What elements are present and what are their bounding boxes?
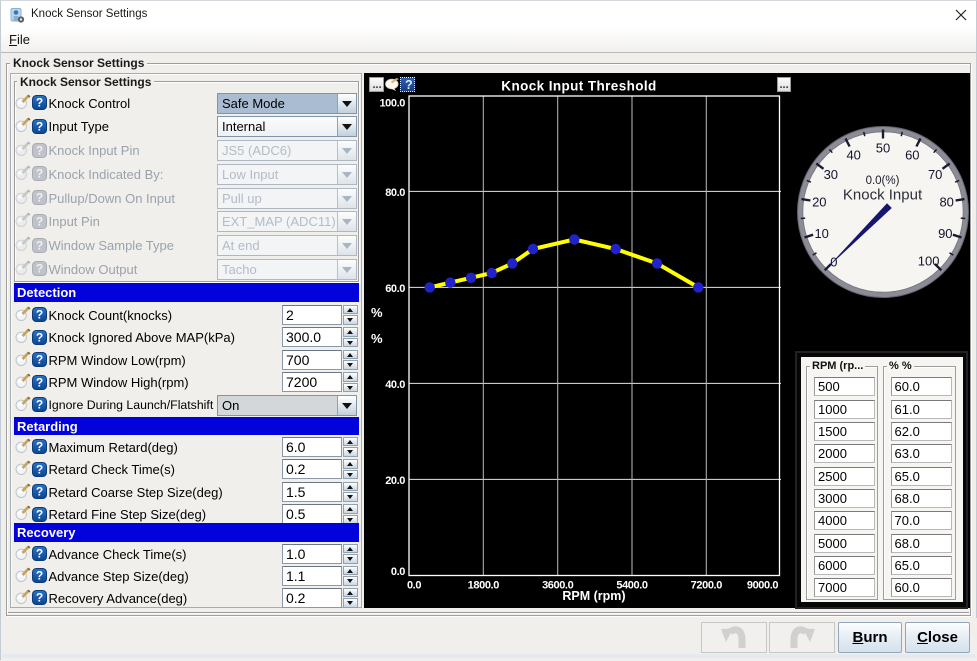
svg-text:40: 40 — [846, 147, 860, 162]
svg-text:?: ? — [35, 167, 42, 181]
svg-text:?: ? — [35, 507, 42, 521]
svg-text:80: 80 — [939, 195, 953, 210]
svg-text:70: 70 — [928, 167, 942, 182]
svg-text:60.0: 60.0 — [385, 283, 405, 295]
svg-text:0.0: 0.0 — [391, 566, 405, 578]
svg-text:?: ? — [35, 462, 42, 476]
svg-text:Knock Input Threshold: Knock Input Threshold — [501, 79, 656, 94]
svg-text:10: 10 — [814, 226, 828, 241]
svg-text:?: ? — [35, 238, 42, 252]
svg-text:?: ? — [35, 308, 42, 322]
svg-text:?: ? — [35, 214, 42, 228]
svg-text:?: ? — [35, 330, 42, 344]
svg-text:1800.0: 1800.0 — [468, 580, 500, 592]
svg-text:50: 50 — [876, 140, 890, 155]
svg-text:?: ? — [35, 191, 42, 205]
svg-text:?: ? — [35, 375, 42, 389]
svg-text:?: ? — [35, 119, 42, 133]
svg-text:%: % — [371, 305, 383, 320]
svg-text:0.0(%): 0.0(%) — [866, 175, 900, 187]
svg-text:?: ? — [35, 353, 42, 367]
svg-text:?: ? — [35, 591, 42, 605]
svg-text:%: % — [371, 331, 383, 346]
svg-text:20.0: 20.0 — [385, 475, 405, 487]
svg-text:20: 20 — [812, 195, 826, 210]
svg-text:90: 90 — [938, 226, 952, 241]
svg-text:?: ? — [35, 440, 42, 454]
svg-text:?: ? — [35, 547, 42, 561]
svg-text:?: ? — [35, 398, 42, 412]
svg-text:60: 60 — [905, 147, 919, 162]
svg-text:?: ? — [35, 143, 42, 157]
svg-text:30: 30 — [824, 167, 838, 182]
svg-text:7200.0: 7200.0 — [691, 580, 723, 592]
svg-text:0: 0 — [830, 254, 837, 269]
svg-text:9000.0: 9000.0 — [747, 580, 779, 592]
svg-text:100.0: 100.0 — [379, 98, 405, 110]
svg-text:?: ? — [35, 262, 42, 276]
svg-text:?: ? — [35, 96, 42, 110]
svg-text:?: ? — [35, 569, 42, 583]
svg-text:Knock Input: Knock Input — [843, 187, 923, 204]
svg-text:100: 100 — [918, 253, 940, 268]
svg-text:RPM (rpm): RPM (rpm) — [562, 589, 625, 603]
svg-text:0.0: 0.0 — [407, 580, 421, 592]
svg-text:?: ? — [35, 485, 42, 499]
svg-text:80.0: 80.0 — [385, 187, 405, 199]
svg-text:40.0: 40.0 — [385, 379, 405, 391]
